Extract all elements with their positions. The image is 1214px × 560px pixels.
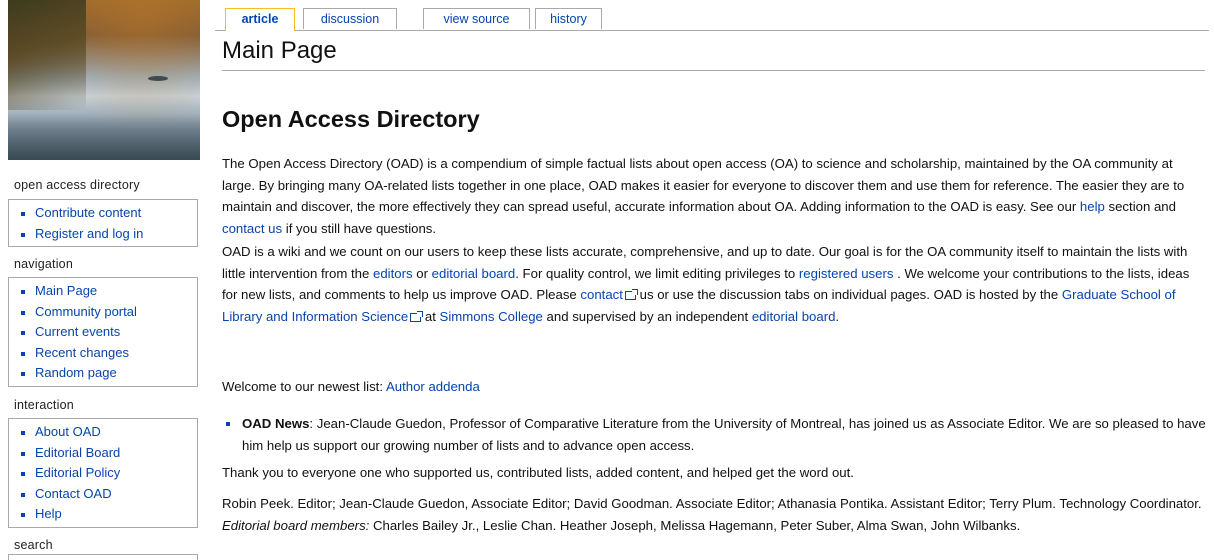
wiki-paragraph: OAD is a wiki and we count on our users … (222, 241, 1207, 328)
page-title: Main Page (222, 36, 1205, 71)
wiki-text-2: or (412, 265, 432, 281)
tab-article[interactable]: article (225, 8, 295, 31)
simmons-college-link[interactable]: Simmons College (440, 309, 543, 324)
sidebar-item-main-page[interactable]: Main Page (21, 281, 197, 302)
sidebar-item-recent-changes[interactable]: Recent changes (21, 343, 197, 364)
sidebar-item-current-events[interactable]: Current events (21, 322, 197, 343)
credits-italic-label: Editorial board members: (222, 517, 370, 533)
sidebar-item-register-login[interactable]: Register and log in (21, 224, 197, 245)
registered-users-link[interactable]: registered users (799, 266, 894, 281)
tab-discussion[interactable]: discussion (303, 8, 397, 29)
news-text: : Jean-Claude Guedon, Professor of Compa… (242, 416, 1206, 453)
bullet-icon (226, 422, 230, 426)
wiki-text-5: us or use the discussion tabs on individ… (635, 287, 1062, 303)
sidebar-item-contribute-content[interactable]: Contribute content (21, 203, 197, 224)
editorial-board-link[interactable]: editorial board (432, 266, 516, 281)
credits-paragraph: Robin Peek. Editor; Jean-Claude Guedon, … (222, 493, 1207, 536)
sidebar-item-help[interactable]: Help (21, 504, 197, 525)
sidebar-item-contact-oad[interactable]: Contact OAD (21, 484, 197, 505)
logo-tree-silhouette (8, 0, 86, 110)
contact-link[interactable]: contact (580, 287, 623, 302)
credits-text-1: Robin Peek. Editor; Jean-Claude Guedon, … (222, 496, 1202, 511)
wiki-text-6: at (421, 309, 440, 325)
external-link-icon (410, 311, 424, 323)
intro-text-2: section and (1104, 199, 1176, 215)
intro-paragraph: The Open Access Directory (OAD) is a com… (222, 153, 1207, 240)
contact-us-link[interactable]: contact us (222, 221, 282, 236)
portlet-title-interaction: interaction (14, 398, 74, 412)
external-link-icon (624, 289, 638, 301)
wiki-text-7: and supervised by an independent (542, 309, 752, 325)
intro-text-1: The Open Access Directory (OAD) is a com… (222, 156, 1185, 215)
thanks-paragraph: Thank you to everyone one who supported … (222, 465, 854, 480)
portlet-search (8, 554, 198, 560)
author-addenda-link[interactable]: Author addenda (386, 379, 480, 394)
welcome-line: Welcome to our newest list: Author adden… (222, 376, 1207, 398)
wiki-text-3: . For quality control, we limit editing … (515, 265, 799, 281)
portlet-navigation: Main Page Community portal Current event… (8, 277, 198, 387)
logo-rock (148, 76, 168, 81)
help-link[interactable]: help (1080, 199, 1105, 214)
credits-text-2: Charles Bailey Jr., Leslie Chan. Heather… (369, 517, 1021, 533)
news-label: OAD News (242, 416, 310, 431)
tab-history[interactable]: history (535, 8, 602, 29)
portlet-title-search: search (14, 538, 53, 552)
sidebar-item-about-oad[interactable]: About OAD (21, 422, 197, 443)
sidebar-item-editorial-board[interactable]: Editorial Board (21, 443, 197, 464)
portlet-oad: Contribute content Register and log in (8, 199, 198, 247)
editors-link[interactable]: editors (373, 266, 413, 281)
wiki-text-8: . (835, 309, 840, 325)
page-tabs: article discussion view source history (215, 8, 1209, 31)
section-heading: Open Access Directory (222, 106, 480, 132)
logo-water-reflection (8, 114, 200, 160)
portlet-title-oad: open access directory (14, 178, 140, 192)
site-logo-image[interactable] (8, 0, 200, 160)
editorial-board-link-2[interactable]: editorial board (752, 309, 836, 324)
sidebar-item-editorial-policy[interactable]: Editorial Policy (21, 463, 197, 484)
portlet-interaction: About OAD Editorial Board Editorial Poli… (8, 418, 198, 528)
news-item: OAD News: Jean-Claude Guedon, Professor … (222, 413, 1207, 456)
sidebar-item-random-page[interactable]: Random page (21, 363, 197, 384)
sidebar-item-community-portal[interactable]: Community portal (21, 302, 197, 323)
intro-text-3: if you still have questions. (282, 221, 437, 237)
tab-view-source[interactable]: view source (423, 8, 530, 29)
portlet-title-navigation: navigation (14, 257, 73, 271)
welcome-text: Welcome to our newest list: (222, 379, 386, 394)
content-area: Main Page Open Access Directory The Open… (222, 36, 1207, 533)
